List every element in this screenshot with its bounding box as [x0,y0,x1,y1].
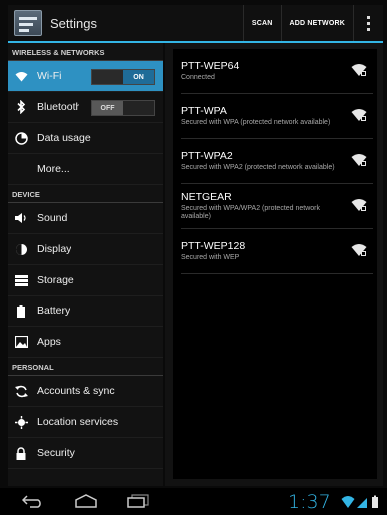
recent-apps-icon[interactable] [127,494,149,508]
signal-status-icons [341,495,378,508]
network-name: PTT-WEP128 [181,239,246,252]
sidebar-item-storage[interactable]: Storage [8,265,163,296]
sidebar-item-label: Apps [37,336,61,348]
sound-icon [14,211,28,225]
home-icon[interactable] [74,494,98,508]
sidebar-item-label: Bluetooth [37,101,79,113]
sidebar-item-label: Security [37,447,75,459]
sidebar-item-data-usage[interactable]: Data usage [8,123,163,154]
bluetooth-toggle[interactable]: OFF [91,100,155,116]
settings-app-icon[interactable] [14,10,42,36]
screen: Settings SCAN ADD NETWORK WIRELESS & NET… [0,0,387,515]
apps-icon [14,335,28,349]
sidebar-item-more[interactable]: More... [8,154,163,185]
sidebar-item-location[interactable]: Location services [8,407,163,438]
battery-icon [14,304,28,318]
sidebar-item-label: More... [37,163,70,175]
network-item[interactable]: PTT-WEP128 Secured with WEP [181,229,373,274]
sidebar-item-label: Wi-Fi [37,70,62,82]
network-name: PTT-WEP64 [181,59,240,72]
page-title: Settings [50,15,97,31]
system-navigation-bar: 1:37 [0,488,387,515]
network-item[interactable]: PTT-WEP64 Connected [181,49,373,94]
lock-icon [14,446,28,460]
wifi-signal-locked-icon [351,64,367,76]
data-usage-icon [14,131,28,145]
network-item[interactable]: PTT-WPA Secured with WPA (protected netw… [181,94,373,139]
settings-sidebar: WIRELESS & NETWORKS Wi-Fi ON Bluetooth O… [8,43,163,486]
network-item[interactable]: NETGEAR Secured with WPA/WPA2 (protected… [181,184,373,229]
network-name: PTT-WPA [181,104,227,117]
wifi-network-panel: PTT-WEP64 Connected PTT-WPA Secured with… [165,43,383,486]
network-status: Secured with WPA/WPA2 (protected network… [181,204,321,221]
sidebar-item-label: Sound [37,212,68,224]
sidebar-item-label: Display [37,243,72,255]
sidebar-item-sound[interactable]: Sound [8,203,163,234]
sidebar-item-battery[interactable]: Battery [8,296,163,327]
network-list: PTT-WEP64 Connected PTT-WPA Secured with… [173,49,377,479]
location-icon [14,415,28,429]
section-header-personal: PERSONAL [8,358,163,376]
wifi-signal-locked-icon [351,199,367,211]
sidebar-item-label: Accounts & sync [37,385,115,397]
network-status: Secured with WPA (protected network avai… [181,118,331,126]
network-item[interactable]: PTT-WPA2 Secured with WPA2 (protected ne… [181,139,373,184]
overflow-menu-icon[interactable] [353,5,383,41]
network-status: Secured with WEP [181,253,240,261]
back-icon[interactable] [22,494,44,508]
sidebar-item-bluetooth[interactable]: Bluetooth OFF [8,92,163,123]
sidebar-item-label: Location services [37,416,119,428]
wifi-signal-locked-icon [351,244,367,256]
action-bar: Settings SCAN ADD NETWORK [8,5,383,41]
bluetooth-icon [14,100,28,114]
wifi-signal-locked-icon [351,109,367,121]
add-network-button[interactable]: ADD NETWORK [280,5,353,41]
section-header-device: DEVICE [8,185,163,203]
network-name: NETGEAR [181,190,232,203]
sidebar-item-security[interactable]: Security [8,438,163,469]
sidebar-item-apps[interactable]: Apps [8,327,163,358]
sidebar-item-wifi[interactable]: Wi-Fi ON [8,61,163,92]
sync-icon [14,384,28,398]
sidebar-item-label: Data usage [37,132,91,144]
sidebar-item-accounts-sync[interactable]: Accounts & sync [8,376,163,407]
network-name: PTT-WPA2 [181,149,233,162]
sidebar-item-display[interactable]: Display [8,234,163,265]
sidebar-item-label: Storage [37,274,74,286]
network-status: Secured with WPA2 (protected network ava… [181,163,335,171]
wifi-toggle[interactable]: ON [91,69,155,85]
network-status: Connected [181,73,215,81]
section-header-wireless: WIRELESS & NETWORKS [8,43,163,61]
scan-button[interactable]: SCAN [242,5,281,41]
wifi-signal-locked-icon [351,154,367,166]
wifi-icon [14,69,28,83]
status-clock: 1:37 [288,491,331,513]
storage-icon [14,273,28,287]
sidebar-item-label: Battery [37,305,71,317]
display-icon [14,242,28,256]
